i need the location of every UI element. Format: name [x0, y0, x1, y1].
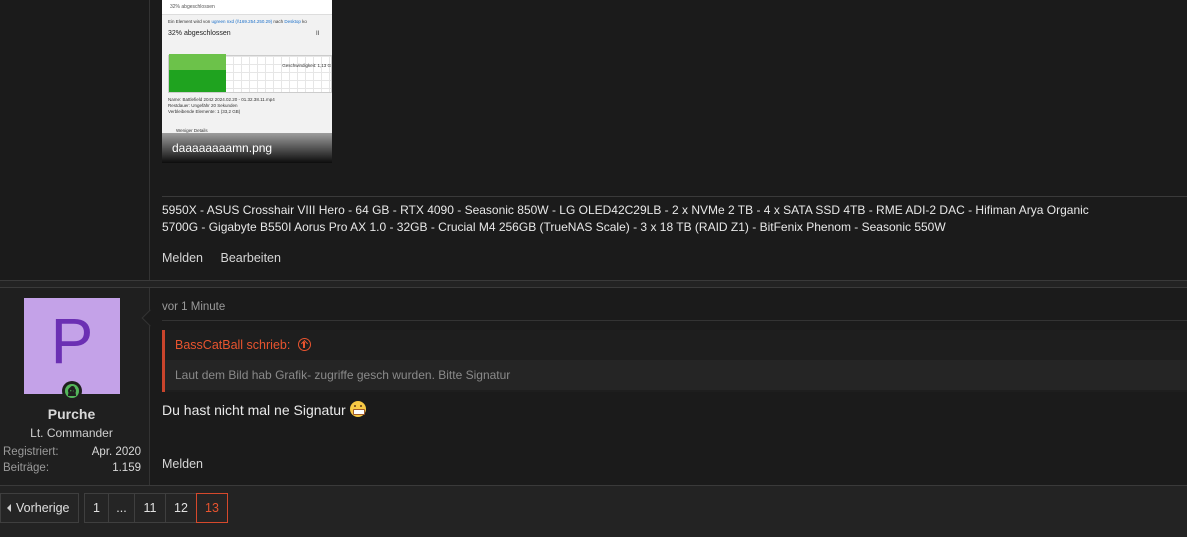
stat-posts-label: Beiträge:	[3, 462, 50, 474]
attachment-name-line: Name: Battlefield 2042 2024.02.20 - 01.3…	[168, 97, 275, 102]
page-13-current[interactable]: 13	[196, 493, 228, 523]
attachment-copy-line: Ein Element wird von ugreen nxd (\\169.2…	[168, 19, 307, 24]
post-previous: 32% abgeschlossen Ein Element wird von u…	[0, 0, 1187, 281]
edit-link[interactable]: Bearbeiten	[220, 251, 280, 265]
quote-text: Laut dem Bild hab Grafik- zugriffe gesch…	[165, 360, 1187, 390]
post-user-column	[0, 0, 150, 280]
attachment-items-line: Verbleibende Elemente: 1 (33,2 GB)	[168, 109, 241, 114]
attachment-window-title: 32% abgeschlossen	[162, 0, 332, 15]
grimacing-emoji-icon	[349, 401, 366, 418]
message-text: Du hast nicht mal ne Signatur	[162, 402, 346, 418]
stat-posts: Beiträge: 1.159	[3, 462, 141, 474]
page-ellipsis[interactable]: ...	[108, 493, 135, 523]
online-status-icon	[62, 381, 82, 401]
stat-posts-value: 1.159	[112, 462, 141, 474]
user-title: Lt. Commander	[30, 426, 113, 440]
pause-icon: II	[316, 31, 320, 37]
signature-line-2: 5700G - Gigabyte B550I Aorus Pro AX 1.0 …	[162, 220, 946, 234]
page-11[interactable]: 11	[134, 493, 166, 523]
post-actions: Melden	[162, 457, 203, 471]
username[interactable]: Purche	[0, 406, 143, 422]
post-actions: Melden Bearbeiten	[162, 251, 295, 265]
post-reply: P Purche Lt. Commander Registriert: Apr.…	[0, 287, 1187, 486]
progress-fill-dark	[169, 70, 226, 92]
previous-page-button[interactable]: Vorherige	[0, 493, 79, 523]
post-user-column: P Purche Lt. Commander Registriert: Apr.…	[0, 288, 150, 485]
report-link[interactable]: Melden	[162, 457, 203, 471]
arrow-up-circle-icon[interactable]	[297, 338, 311, 352]
attachment-caption: daaaaaaaamn.png	[162, 133, 332, 163]
attachment-remaining-line: Restdauer: Ungefähr 20 Sekunden	[168, 103, 238, 108]
message-body: Du hast nicht mal ne Signatur	[162, 401, 366, 419]
avatar[interactable]: P	[24, 298, 120, 394]
previous-label: Vorherige	[16, 501, 70, 515]
quote-header[interactable]: BassCatBall schrieb:	[165, 330, 1187, 358]
attachment-progress-heading: 32% abgeschlossen	[168, 30, 231, 37]
stat-registered-label: Registriert:	[3, 446, 59, 458]
page-12[interactable]: 12	[165, 493, 197, 523]
quote-author[interactable]: BassCatBall schrieb:	[175, 338, 290, 352]
signature-divider	[162, 196, 1187, 197]
quote-block: BassCatBall schrieb: Laut dem Bild hab G…	[162, 330, 1187, 392]
attachment-filename[interactable]: daaaaaaaamn.png	[172, 141, 272, 155]
avatar-letter: P	[50, 305, 94, 377]
attachment-progress-graph: Geschwindigkeit: 1,13 G	[168, 54, 332, 93]
report-link[interactable]: Melden	[162, 251, 203, 265]
chevron-left-icon	[7, 504, 11, 512]
stat-registered: Registriert: Apr. 2020	[3, 446, 141, 458]
page-1[interactable]: 1	[84, 493, 109, 523]
header-divider	[162, 320, 1187, 321]
attachment-speed: Geschwindigkeit: 1,13 G	[282, 63, 331, 68]
signature-line-1: 5950X - ASUS Crosshair VIII Hero - 64 GB…	[162, 203, 1089, 217]
stat-registered-value: Apr. 2020	[91, 446, 141, 458]
attachment-thumbnail[interactable]: 32% abgeschlossen Ein Element wird von u…	[162, 0, 332, 163]
post-timestamp[interactable]: vor 1 Minute	[162, 301, 225, 313]
